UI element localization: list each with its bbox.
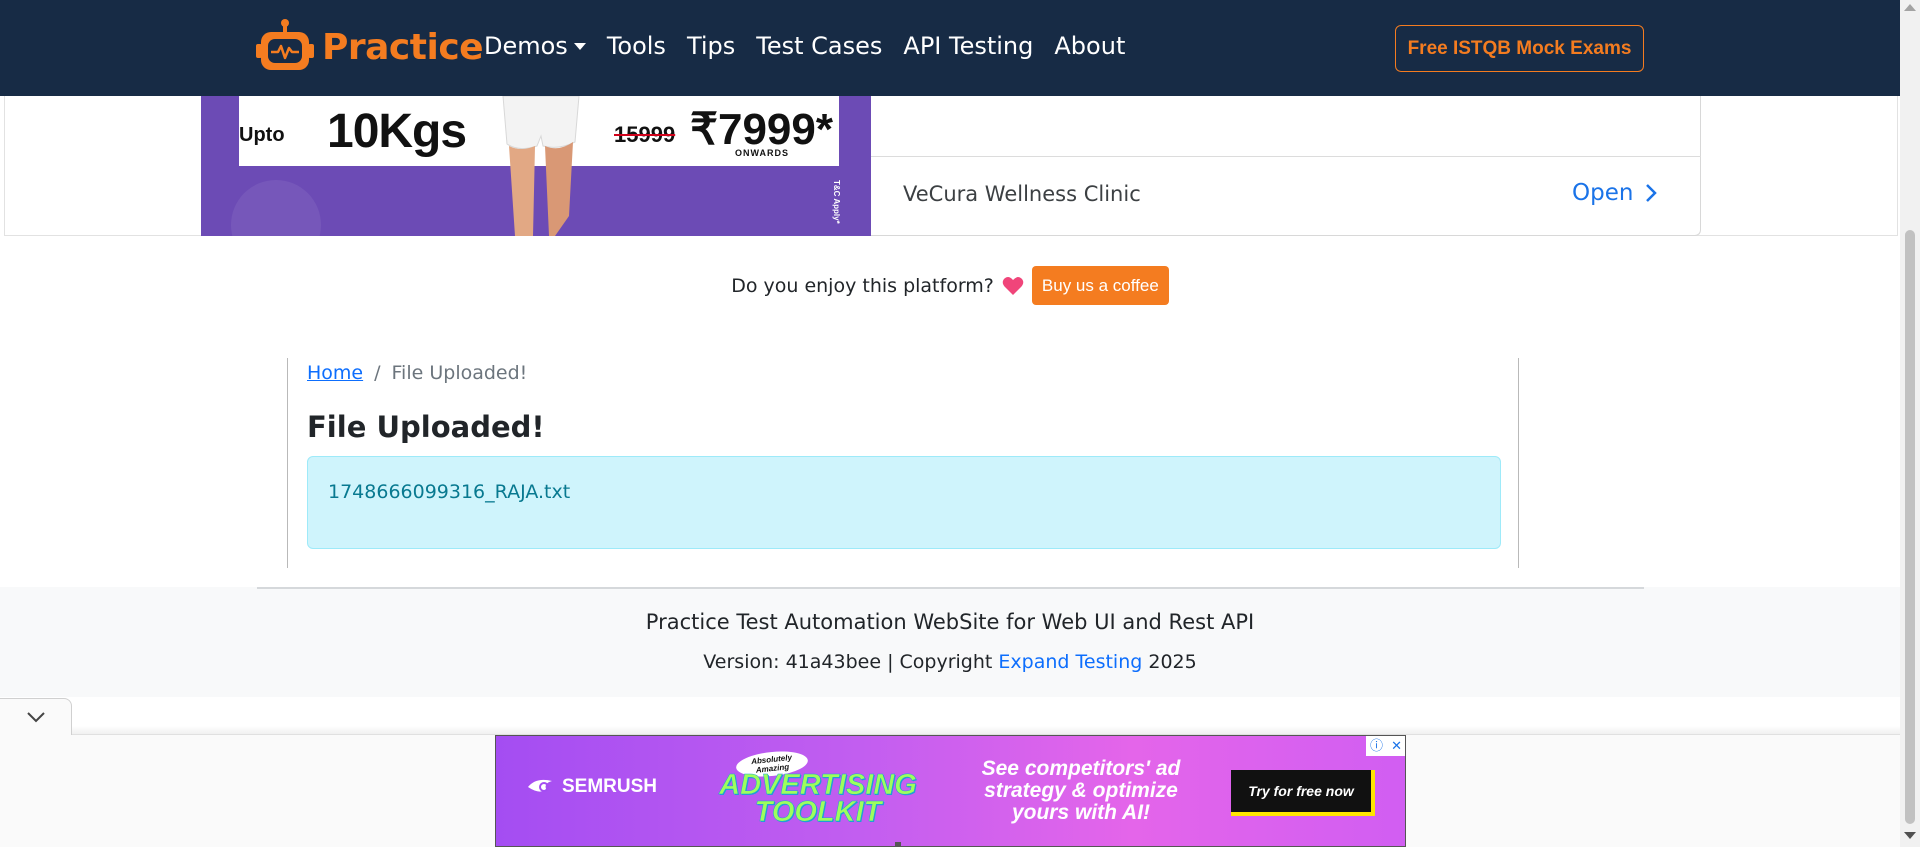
ad-drag-handle	[895, 842, 901, 847]
ad-close-icon[interactable]: ✕	[1391, 740, 1402, 753]
semrush-logo: SEMRUSH	[526, 776, 657, 798]
buy-coffee-button[interactable]: Buy us a coffee	[1031, 266, 1169, 305]
navbar: Practice Demos Tools Tips Test Cases API…	[0, 0, 1900, 96]
uploaded-file-name: 1748666099316_RAJA.txt	[328, 481, 571, 503]
semrush-ad-banner[interactable]: SEMRUSH Absolutely Amazing ADVERTISING T…	[495, 735, 1406, 847]
chevron-down-icon	[26, 712, 45, 723]
bottom-ad-shadow	[72, 726, 1900, 734]
footer-version-text: Version: 41a43bee | Copyright	[703, 651, 993, 673]
top-ad-info-panel: VeCura Wellness Clinic Open	[871, 96, 1701, 236]
page-scrollbar[interactable]	[1900, 0, 1920, 847]
nav-demos-dropdown[interactable]: Demos	[484, 32, 586, 60]
top-ad-image[interactable]: Upto 10Kgs 15999 ₹7999* ONWARDS T&C Appl…	[201, 96, 871, 236]
scroll-down-arrow-icon[interactable]	[1904, 832, 1916, 839]
ad-headline-line1: ADVERTISING	[719, 769, 917, 801]
nav-links: Demos Tools Tips Test Cases API Testing …	[484, 32, 1146, 60]
nav-demos-label: Demos	[484, 32, 568, 60]
semrush-brand: SEMRUSH	[562, 776, 658, 797]
scroll-up-arrow-icon[interactable]	[1904, 4, 1916, 11]
ad-onwards-text: ONWARDS	[735, 148, 789, 158]
uploaded-file-alert: 1748666099316_RAJA.txt	[307, 456, 1501, 549]
ad-choices: ⓘ ✕	[1366, 736, 1405, 756]
ad-headline-line2: TOOLKIT	[754, 796, 882, 828]
coffee-question: Do you enjoy this platform?	[731, 274, 994, 297]
main-content: Home / File Uploaded! File Uploaded! 174…	[287, 358, 1519, 568]
nav-api-testing[interactable]: API Testing	[903, 32, 1033, 60]
collapse-ad-button[interactable]	[0, 698, 72, 735]
ad-upto-text: Upto	[239, 124, 285, 146]
ad-copy: See competitors' ad strategy & optimize …	[981, 757, 1181, 824]
footer-copyright: Version: 41a43bee | Copyright Expand Tes…	[0, 651, 1900, 673]
nav-about[interactable]: About	[1054, 32, 1125, 60]
ad-open-label: Open	[1572, 180, 1634, 206]
breadcrumb-separator: /	[374, 362, 381, 384]
nav-tools[interactable]: Tools	[607, 32, 666, 60]
ad-decor-circle	[231, 180, 321, 236]
breadcrumb: Home / File Uploaded!	[307, 362, 527, 384]
footer-year: 2025	[1148, 651, 1197, 673]
ad-headline: ADVERTISING TOOLKIT	[718, 769, 918, 828]
ad-info-icon[interactable]: ⓘ	[1370, 740, 1383, 753]
ad-open-button[interactable]: Open	[1572, 180, 1659, 206]
heart-icon	[1002, 276, 1024, 295]
footer-divider	[257, 587, 1644, 589]
chevron-right-icon	[1646, 184, 1658, 202]
brand-logo-link[interactable]: Practice	[256, 18, 484, 76]
footer: Practice Test Automation WebSite for Web…	[0, 587, 1900, 697]
breadcrumb-home-link[interactable]: Home	[307, 362, 363, 384]
breadcrumb-current: File Uploaded!	[391, 362, 528, 384]
istqb-mock-exams-button[interactable]: Free ISTQB Mock Exams	[1395, 25, 1644, 72]
page: Practice Demos Tools Tips Test Cases API…	[0, 0, 1920, 847]
ad-old-price: 15999	[614, 122, 676, 147]
brand-name: Practice	[322, 26, 484, 68]
ad-divider	[871, 156, 1701, 157]
ad-model-legs-image	[502, 96, 580, 236]
coffee-row: Do you enjoy this platform? Buy us a cof…	[0, 266, 1900, 305]
nav-test-cases[interactable]: Test Cases	[756, 32, 882, 60]
ad-weight-text: 10Kgs	[327, 105, 467, 158]
robot-logo-icon	[256, 19, 314, 70]
ad-cta-button[interactable]: Try for free now	[1231, 770, 1375, 816]
footer-expand-testing-link[interactable]: Expand Testing	[998, 651, 1142, 673]
caret-down-icon	[573, 42, 586, 50]
page-title: File Uploaded!	[307, 410, 545, 444]
ad-terms-text: T&C Apply*	[832, 180, 841, 224]
nav-tips[interactable]: Tips	[687, 32, 735, 60]
ad-advertiser-name: VeCura Wellness Clinic	[903, 182, 1141, 206]
footer-title: Practice Test Automation WebSite for Web…	[645, 610, 1255, 634]
semrush-flame-icon	[528, 779, 552, 792]
scrollbar-thumb[interactable]	[1905, 230, 1915, 824]
